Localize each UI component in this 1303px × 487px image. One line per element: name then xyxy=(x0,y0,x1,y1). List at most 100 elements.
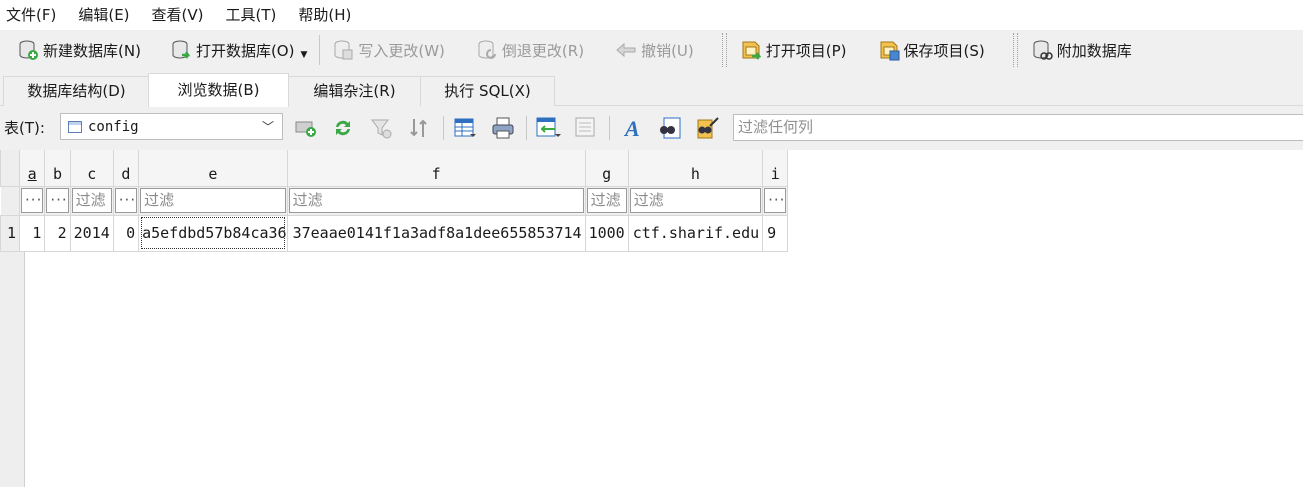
delete-record-button[interactable] xyxy=(573,115,599,141)
save-filter-button[interactable] xyxy=(452,115,478,141)
column-filter-cell: 过滤 xyxy=(69,185,114,216)
menu-file[interactable]: 文件(F) xyxy=(0,0,63,30)
column-filter-cell: 过滤 xyxy=(286,185,586,216)
tab-database-structure[interactable]: 数据库结构(D) xyxy=(3,76,150,106)
filter-any-column-input[interactable]: 过滤任何列 xyxy=(733,114,1303,141)
write-changes-button[interactable]: 写入更改(W) xyxy=(327,33,451,67)
column-filter-input[interactable]: ··· xyxy=(21,188,44,213)
column-header[interactable]: g xyxy=(584,150,629,187)
save-table-icon xyxy=(454,118,476,137)
delete-record-icon xyxy=(575,117,595,137)
save-project-button[interactable]: 保存项目(S) xyxy=(873,33,991,67)
open-database-button[interactable]: 打开数据库(O) ▼ xyxy=(165,33,313,67)
find-button[interactable] xyxy=(657,115,683,141)
tab-browse-data[interactable]: 浏览数据(B) xyxy=(148,73,289,107)
column-filter-input[interactable]: ··· xyxy=(46,188,69,213)
find-replace-icon xyxy=(697,117,719,139)
table-cell[interactable]: 9 xyxy=(762,214,789,252)
filter-row-header xyxy=(0,186,21,216)
undo-label: 撤销(U) xyxy=(641,41,694,60)
table-cell-focused[interactable]: a5efdbd57b84ca36 xyxy=(138,214,288,252)
write-changes-icon xyxy=(334,40,353,60)
print-button[interactable] xyxy=(490,115,516,141)
menu-tools[interactable]: 工具(T) xyxy=(220,0,284,30)
column-filter-cell: 过滤 xyxy=(627,185,764,216)
column-header[interactable]: a xyxy=(19,150,46,187)
attach-database-icon xyxy=(1033,40,1053,60)
new-database-button[interactable]: 新建数据库(N) xyxy=(12,33,147,67)
refresh-icon xyxy=(336,120,350,136)
table-cell[interactable]: 1000 xyxy=(584,214,629,252)
sort-icon xyxy=(410,119,427,137)
column-filter-input[interactable]: 过滤 xyxy=(586,188,627,213)
menu-view[interactable]: 查看(V) xyxy=(146,0,211,30)
table-select[interactable]: config ﹀ xyxy=(60,113,283,140)
column-filter-input[interactable]: 过滤 xyxy=(629,188,762,213)
refresh-button[interactable] xyxy=(330,115,356,141)
print-icon xyxy=(492,117,514,139)
save-project-icon xyxy=(880,41,899,61)
tab-execute-sql[interactable]: 执行 SQL(X) xyxy=(420,76,555,106)
toolbar-separator xyxy=(721,33,727,67)
attach-database-button[interactable]: 附加数据库 xyxy=(1026,33,1138,67)
table-cell[interactable]: 37eaae0141f1a3adf8a1dee655853714 xyxy=(286,214,586,252)
toolbar-separator xyxy=(319,35,321,65)
clear-filters-icon xyxy=(295,121,316,137)
column-filter-input[interactable]: ··· xyxy=(764,188,787,213)
row-number[interactable]: 1 xyxy=(0,214,21,252)
column-header[interactable]: i xyxy=(762,150,789,187)
column-filter-input[interactable]: 过滤 xyxy=(140,188,286,213)
open-project-label: 打开项目(P) xyxy=(765,41,847,60)
column-filter-cell: 过滤 xyxy=(138,185,288,216)
column-filter-cell: ··· xyxy=(762,185,789,216)
corner-cell[interactable] xyxy=(0,150,21,187)
new-database-label: 新建数据库(N) xyxy=(43,41,141,60)
table-cell[interactable]: ctf.sharif.edu xyxy=(627,214,764,252)
table-cell[interactable]: 1 xyxy=(19,214,46,252)
undo-icon xyxy=(616,42,636,58)
menu-help[interactable]: 帮助(H) xyxy=(292,0,358,30)
save-project-label: 保存项目(S) xyxy=(903,41,985,60)
column-header[interactable]: c xyxy=(69,150,114,187)
column-filter-cell: ··· xyxy=(44,185,71,216)
open-project-button[interactable]: 打开项目(P) xyxy=(735,33,853,67)
column-header[interactable]: d xyxy=(112,150,140,187)
table-label: 表(T): xyxy=(4,119,45,137)
tab-bar: 数据库结构(D) 浏览数据(B) 编辑杂注(R) 执行 SQL(X) xyxy=(0,70,1303,107)
undo-button[interactable]: 撤销(U) xyxy=(610,33,700,67)
open-database-dropdown-icon[interactable]: ▼ xyxy=(300,50,307,60)
write-changes-label: 写入更改(W) xyxy=(358,41,445,60)
toolbar-separator xyxy=(526,116,528,140)
column-filter-input[interactable]: 过滤 xyxy=(71,188,112,213)
insert-record-button[interactable] xyxy=(535,115,561,141)
clear-filters-button[interactable] xyxy=(293,115,319,141)
revert-changes-label: 倒退更改(R) xyxy=(501,41,585,60)
toolbar-separator xyxy=(609,116,611,140)
revert-changes-button[interactable]: 倒退更改(R) xyxy=(471,33,590,67)
sort-button[interactable] xyxy=(406,115,432,141)
column-header[interactable]: b xyxy=(44,150,71,187)
font-button[interactable]: A xyxy=(620,115,646,141)
column-header[interactable]: f xyxy=(286,150,586,187)
find-replace-button[interactable] xyxy=(694,115,720,141)
column-header[interactable]: e xyxy=(138,150,288,187)
open-database-label: 打开数据库(O) xyxy=(195,41,295,60)
column-header[interactable]: h xyxy=(627,150,764,187)
table-row[interactable]: 1 1 2 2014 0 a5efdbd57b84ca36 37eaae0141… xyxy=(0,214,789,252)
column-filter-input[interactable]: ··· xyxy=(114,188,138,213)
column-filter-cell: 过滤 xyxy=(584,185,629,216)
table-cell[interactable]: 2 xyxy=(44,214,71,252)
main-toolbar: 新建数据库(N) 打开数据库(O) ▼ 写入更改(W) 倒退更改(R) 撤销(U… xyxy=(0,30,1303,70)
menu-bar: 文件(F) 编辑(E) 查看(V) 工具(T) 帮助(H) xyxy=(0,0,1303,30)
menu-edit[interactable]: 编辑(E) xyxy=(72,0,136,30)
clear-sort-button[interactable] xyxy=(368,115,394,141)
find-icon xyxy=(660,117,681,139)
table-cell[interactable]: 0 xyxy=(112,214,140,252)
attach-database-label: 附加数据库 xyxy=(1056,41,1132,60)
filter-icon xyxy=(371,119,392,139)
revert-changes-icon xyxy=(478,40,496,59)
svg-text:A: A xyxy=(623,116,640,140)
tab-edit-pragmas[interactable]: 编辑杂注(R) xyxy=(287,76,422,106)
column-filter-input[interactable]: 过滤 xyxy=(288,188,584,213)
table-cell[interactable]: 2014 xyxy=(69,214,114,252)
